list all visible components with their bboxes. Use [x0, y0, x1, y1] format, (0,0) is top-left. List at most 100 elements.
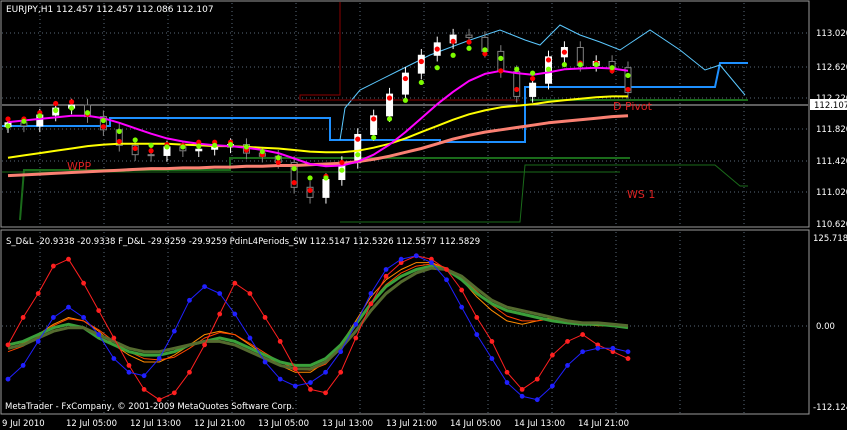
blue-osc-point — [35, 339, 41, 344]
red-dot-point — [275, 159, 281, 166]
time-label: 13 Jul 21:00 — [386, 419, 437, 429]
red-osc-point — [549, 352, 555, 358]
red-osc-point — [50, 263, 56, 269]
green-dot-point — [577, 61, 583, 68]
blue-osc-point — [565, 363, 570, 368]
blue-osc-point — [292, 383, 298, 389]
green-dot-point — [100, 117, 106, 124]
time-label: 9 Jul 2010 — [2, 419, 45, 429]
red-osc-point — [126, 363, 132, 368]
red-osc-point — [171, 390, 177, 396]
green-dot-point — [212, 142, 218, 148]
blue-osc-point — [277, 376, 283, 382]
red-osc-point — [66, 256, 71, 262]
red-osc-point — [338, 369, 344, 375]
time-label: 12 Jul 13:00 — [130, 419, 181, 429]
red-osc-point — [444, 267, 449, 272]
green-dot-point — [545, 66, 552, 72]
blue-osc-point — [398, 256, 404, 262]
blue-osc-point — [141, 373, 147, 379]
blue-osc-point — [323, 369, 328, 375]
blue-osc-point — [202, 284, 207, 290]
annotation-ws1: WS 1 — [627, 188, 655, 201]
blue-osc-point — [66, 304, 71, 310]
indicator-title: S_D&L -20.9338 -20.9338 F_D&L -29.9259 -… — [6, 237, 480, 247]
green-dot-point — [291, 166, 297, 172]
blue-osc-point — [474, 332, 480, 337]
green-dot-point — [339, 167, 345, 173]
price-label: 112.620 — [816, 63, 847, 73]
green-dot-point — [84, 110, 91, 116]
green-dot-point — [402, 97, 409, 103]
blue-osc-point — [368, 291, 374, 296]
price-label: 110.620 — [816, 220, 847, 230]
green-dot-point — [132, 137, 138, 143]
red-osc-point — [35, 291, 41, 296]
blue-osc-point — [459, 304, 465, 310]
green-dot-point — [530, 70, 536, 76]
red-dot-point — [148, 148, 154, 154]
blue-osc-point — [580, 349, 586, 355]
green-dot-point — [498, 55, 504, 61]
red-osc-point — [308, 387, 313, 392]
red-osc-point — [580, 332, 586, 337]
time-label: 13 Jul 05:00 — [258, 419, 309, 429]
red-dot-point — [291, 180, 297, 186]
annotation-wpp: WPP — [67, 160, 92, 173]
green-dot-point — [307, 175, 313, 181]
green-dot-point — [227, 141, 234, 148]
red-dot-point — [625, 86, 631, 93]
green-dot-point — [259, 148, 265, 155]
blue-osc-point — [232, 311, 238, 317]
blue-osc-point — [247, 335, 253, 341]
green-dot-point — [275, 155, 281, 161]
blue-osc-point — [262, 359, 268, 365]
green-dot-point — [21, 118, 27, 124]
red-dot-point — [68, 99, 75, 105]
time-label: 12 Jul 21:00 — [194, 419, 245, 429]
red-dot-point — [402, 75, 409, 82]
blue-osc-point — [519, 393, 525, 399]
green-dot-point — [37, 113, 43, 119]
red-osc-point — [232, 280, 238, 286]
red-dot-point — [132, 145, 138, 152]
blue-osc-point — [534, 397, 540, 403]
blue-osc-point — [20, 363, 26, 368]
red-osc-point — [565, 339, 570, 344]
time-label: 14 Jul 21:00 — [578, 419, 629, 429]
price-label: 111.820 — [816, 125, 847, 135]
green-dot-point — [196, 143, 202, 149]
blue-osc-point — [625, 349, 631, 355]
green-dot-point — [323, 175, 329, 181]
candle-body — [529, 82, 537, 97]
red-dot-point — [371, 116, 377, 122]
red-dot-point — [530, 75, 536, 82]
red-dot-point — [498, 68, 504, 74]
annotation-d-pivot: D Pivot — [613, 100, 653, 113]
red-dot-point — [5, 116, 11, 122]
time-label: 14 Jul 13:00 — [514, 419, 565, 429]
red-dot-point — [100, 124, 106, 130]
blue-osc-point — [489, 356, 495, 361]
red-dot-point — [116, 138, 122, 145]
candle-body — [417, 54, 425, 74]
candle-body — [465, 34, 473, 38]
red-osc-point — [187, 369, 192, 375]
red-osc-point — [474, 315, 480, 320]
green-dot-point — [164, 144, 170, 150]
green-dot-point — [609, 65, 615, 71]
blue-osc-point — [171, 328, 177, 334]
red-osc-point — [5, 342, 11, 348]
candle-body — [147, 154, 155, 157]
red-osc-point — [81, 280, 87, 286]
blue-osc-point — [96, 332, 102, 337]
red-osc-point — [292, 366, 298, 372]
green-dot-point — [418, 79, 424, 86]
price-label: 111.020 — [816, 188, 847, 198]
red-osc-point — [217, 311, 223, 317]
red-osc-point — [20, 315, 26, 320]
green-dot-point — [53, 107, 59, 114]
red-dot-point — [450, 38, 456, 44]
green-dot-point — [116, 128, 122, 134]
red-osc-point — [323, 390, 328, 396]
